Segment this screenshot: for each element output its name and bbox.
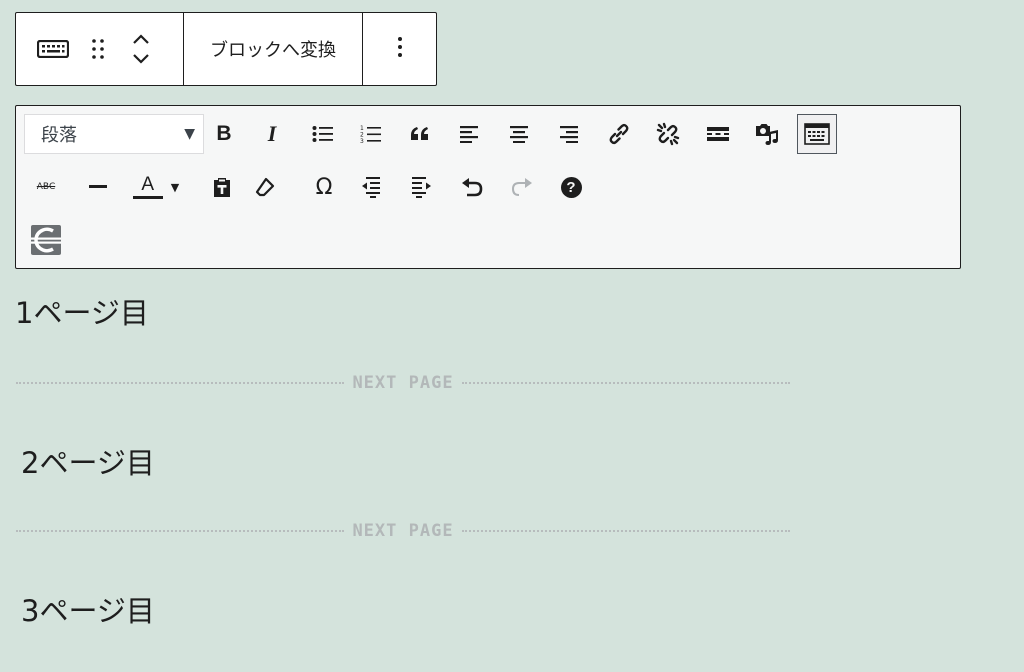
read-more-icon[interactable]	[698, 114, 738, 154]
page-3-text[interactable]: 3ページ目	[21, 588, 155, 630]
align-left-icon[interactable]	[449, 114, 489, 154]
toolbar-row-2: ABC A ▼ Ω ?	[16, 167, 960, 207]
clear-formatting-icon[interactable]	[245, 167, 285, 207]
more-options-icon	[397, 35, 403, 63]
svg-text:3: 3	[360, 138, 364, 144]
toolbar-row-1: 段落 ▼ B I 123	[16, 114, 960, 154]
separator-line	[16, 382, 345, 384]
keyboard-icon[interactable]	[36, 29, 70, 69]
italic-glyph: I	[267, 121, 277, 146]
align-center-icon[interactable]	[499, 114, 539, 154]
drag-handle-icon[interactable]	[70, 29, 126, 69]
numbered-list-icon[interactable]: 123	[351, 114, 391, 154]
separator-label: NEXT PAGE	[352, 373, 454, 393]
align-right-icon[interactable]	[549, 114, 589, 154]
page-2-text[interactable]: 2ページ目	[21, 440, 155, 482]
page-1-text[interactable]: 1ページ目	[15, 290, 149, 332]
media-icon[interactable]	[747, 114, 787, 154]
text-color-glyph: A	[141, 174, 155, 195]
text-color-swatch: A	[132, 174, 163, 199]
format-select-value: 段落	[41, 125, 77, 146]
italic-icon[interactable]: I	[252, 114, 292, 154]
strikethrough-icon[interactable]: ABC	[26, 167, 66, 207]
bold-icon[interactable]: B	[204, 114, 244, 154]
move-down-icon[interactable]	[132, 49, 150, 69]
outdent-icon[interactable]	[352, 167, 392, 207]
block-toolbar-group-controls	[16, 13, 184, 85]
page-break-icon[interactable]	[26, 220, 66, 260]
chevron-down-icon: ▼	[170, 180, 180, 194]
special-character-icon[interactable]: Ω	[304, 167, 344, 207]
blockquote-icon[interactable]	[400, 114, 440, 154]
help-glyph: ?	[566, 178, 576, 196]
chevron-down-icon: ▼	[184, 126, 195, 142]
bulleted-list-icon[interactable]	[303, 114, 343, 154]
block-toolbar: ブロックへ変換	[15, 12, 437, 86]
toolbar-toggle-icon[interactable]	[797, 114, 837, 154]
separator-label: NEXT PAGE	[352, 521, 454, 541]
indent-icon[interactable]	[401, 167, 441, 207]
text-color-bar	[132, 196, 163, 199]
move-up-icon[interactable]	[132, 29, 150, 49]
separator-line	[16, 530, 345, 532]
classic-editor-toolbar: 段落 ▼ B I 123 ABC A ▼ Ω ?	[15, 105, 961, 269]
link-icon[interactable]	[599, 114, 639, 154]
undo-icon[interactable]	[452, 167, 492, 207]
help-icon[interactable]: ?	[551, 167, 591, 207]
omega-glyph: Ω	[315, 174, 333, 200]
next-page-separator-1[interactable]: NEXT PAGE	[16, 373, 790, 393]
paste-as-text-icon[interactable]	[202, 167, 242, 207]
text-color-icon[interactable]: A ▼	[126, 167, 186, 207]
convert-to-blocks-button[interactable]: ブロックへ変換	[184, 13, 363, 85]
toolbar-row-3	[16, 220, 960, 260]
convert-to-blocks-label: ブロックへ変換	[210, 40, 336, 61]
more-options-button[interactable]	[363, 13, 436, 85]
format-select[interactable]: 段落 ▼	[24, 114, 204, 154]
separator-line	[461, 530, 790, 532]
bold-glyph: B	[216, 122, 232, 145]
strikethrough-glyph: ABC	[36, 182, 56, 192]
next-page-separator-2[interactable]: NEXT PAGE	[16, 521, 790, 541]
redo-icon[interactable]	[502, 167, 542, 207]
move-up-down-icon	[126, 29, 156, 69]
help-circle: ?	[560, 176, 582, 198]
separator-line	[461, 382, 790, 384]
horizontal-rule-icon[interactable]	[78, 167, 118, 207]
unlink-icon[interactable]	[648, 114, 688, 154]
